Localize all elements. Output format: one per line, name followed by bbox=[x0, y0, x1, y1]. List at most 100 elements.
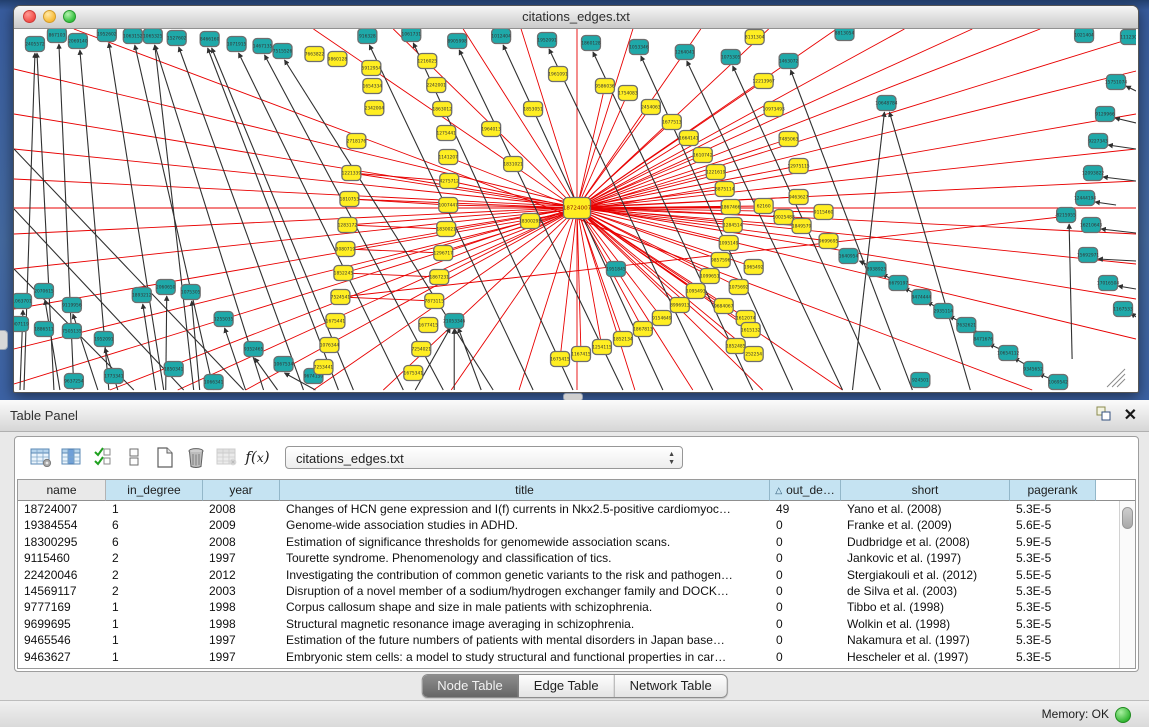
graph-node[interactable]: 1099651 bbox=[700, 269, 720, 284]
graph-node[interactable]: 1095493 bbox=[686, 284, 706, 299]
cell-pagerank[interactable]: 5.3E-5 bbox=[1010, 649, 1096, 665]
graph-node[interactable]: 1893212 bbox=[132, 288, 152, 303]
cell-title[interactable]: Changes of HCN gene expression and I(f) … bbox=[280, 501, 770, 517]
graph-node[interactable]: 1831021 bbox=[503, 157, 523, 172]
graph-node[interactable]: 9699695 bbox=[819, 234, 839, 249]
graph-node[interactable]: 1664141 bbox=[679, 131, 699, 146]
table-row[interactable]: 1456911722003Disruption of a novel membe… bbox=[18, 583, 1120, 599]
graph-node-hub[interactable]: 18724007 bbox=[563, 198, 592, 219]
cell-year[interactable]: 1998 bbox=[203, 599, 280, 615]
graph-node[interactable]: 867103 bbox=[47, 29, 66, 43]
select-columns-icon[interactable] bbox=[87, 442, 118, 472]
cell-indegree[interactable]: 1 bbox=[106, 632, 203, 648]
minimize-window-button[interactable] bbox=[43, 10, 56, 23]
cell-outde[interactable]: 0 bbox=[770, 583, 841, 599]
graph-node[interactable]: 916328 bbox=[358, 29, 377, 44]
graph-node[interactable]: 9474444 bbox=[912, 290, 932, 305]
cell-indegree[interactable]: 6 bbox=[106, 517, 203, 533]
graph-node[interactable]: 1964013 bbox=[481, 122, 501, 137]
table-scrollbar-thumb[interactable] bbox=[1122, 507, 1133, 529]
graph-node[interactable]: 1640954 bbox=[839, 249, 859, 264]
cell-outde[interactable]: 0 bbox=[770, 567, 841, 583]
column-header-title[interactable]: title bbox=[280, 480, 770, 501]
graph-node[interactable]: 1677415 bbox=[419, 318, 439, 333]
cell-name[interactable]: 9699695 bbox=[18, 616, 106, 632]
graph-node[interactable]: 1167533 bbox=[1113, 302, 1133, 317]
table-row[interactable]: 911546021997Tourette syndrome. Phenomeno… bbox=[18, 550, 1120, 566]
cell-year[interactable]: 2012 bbox=[203, 567, 280, 583]
graph-node[interactable]: 18300295 bbox=[519, 214, 541, 229]
graph-node[interactable]: 1063701 bbox=[14, 294, 32, 309]
graph-node[interactable]: 1610742 bbox=[693, 148, 713, 163]
graph-node[interactable]: 12213967 bbox=[753, 74, 775, 89]
graph-node[interactable]: 1850341 bbox=[164, 362, 184, 377]
graph-node[interactable]: 1065325 bbox=[143, 29, 163, 44]
table-select-dropdown[interactable]: citations_edges.txt ▲▼ bbox=[285, 446, 683, 469]
graph-node[interactable]: 1012404 bbox=[491, 29, 511, 44]
table-row[interactable]: 946554611997Estimation of the future num… bbox=[18, 632, 1120, 648]
graph-node[interactable]: 1886511 bbox=[34, 322, 54, 337]
graph-node[interactable]: 16210643 bbox=[1080, 218, 1102, 233]
cell-short[interactable]: Dudbridge et al. (2008) bbox=[841, 534, 1010, 550]
graph-node[interactable]: 62160 bbox=[754, 199, 773, 214]
graph-node[interactable]: 1852134 bbox=[613, 332, 633, 347]
graph-node[interactable]: 3080719 bbox=[336, 242, 356, 257]
graph-node[interactable]: 7873115 bbox=[425, 294, 445, 309]
graph-node[interactable]: 12975115 bbox=[787, 159, 809, 174]
graph-node[interactable]: 1463072 bbox=[779, 54, 799, 69]
graph-node[interactable]: 9119956 bbox=[62, 298, 82, 313]
graph-node[interactable]: 9115460 bbox=[814, 205, 834, 220]
cell-name[interactable]: 9463627 bbox=[18, 649, 106, 665]
tab-node-table[interactable]: Node Table bbox=[422, 675, 519, 697]
graph-node[interactable]: 1675415 bbox=[550, 352, 570, 367]
graph-node[interactable]: 4275712 bbox=[439, 174, 459, 189]
graph-node[interactable]: 1867466 bbox=[721, 200, 741, 215]
graph-node[interactable]: 7524541 bbox=[331, 290, 351, 305]
graph-node[interactable]: 1853051 bbox=[523, 102, 543, 117]
window-resize-grip[interactable] bbox=[1107, 369, 1125, 387]
cell-pagerank[interactable]: 5.5E-5 bbox=[1010, 567, 1096, 583]
graph-node[interactable]: 9345652 bbox=[1023, 362, 1043, 377]
column-header-short[interactable]: short bbox=[841, 480, 1010, 501]
cell-indegree[interactable]: 2 bbox=[106, 567, 203, 583]
graph-node[interactable]: 9857596 bbox=[711, 253, 731, 268]
graph-node[interactable]: 2069140 bbox=[68, 34, 88, 49]
graph-node[interactable]: 8471676 bbox=[974, 332, 994, 347]
graph-node[interactable]: 9352465 bbox=[244, 342, 264, 357]
graph-node[interactable]: 9463627 bbox=[789, 190, 809, 205]
panel-collapse-handle[interactable] bbox=[0, 330, 8, 350]
graph-node[interactable]: 1095149 bbox=[719, 236, 739, 251]
cell-pagerank[interactable]: 5.3E-5 bbox=[1010, 599, 1096, 615]
cell-year[interactable]: 2009 bbox=[203, 517, 280, 533]
graph-node[interactable]: 1221339 bbox=[342, 166, 362, 181]
cell-title[interactable]: Structural magnetic resonance image aver… bbox=[280, 616, 770, 632]
table-row[interactable]: 969969511998Structural magnetic resonanc… bbox=[18, 616, 1120, 632]
cell-year[interactable]: 1998 bbox=[203, 616, 280, 632]
graph-node[interactable]: 1675341 bbox=[404, 366, 424, 381]
window-titlebar[interactable]: citations_edges.txt bbox=[14, 6, 1138, 29]
tab-network-table[interactable]: Network Table bbox=[615, 675, 727, 697]
graph-node[interactable]: 8466160 bbox=[200, 32, 220, 47]
function-builder-icon[interactable]: f(x) bbox=[242, 442, 273, 472]
cell-pagerank[interactable]: 5.3E-5 bbox=[1010, 583, 1096, 599]
graph-node[interactable]: 1830021 bbox=[436, 222, 456, 237]
graph-node[interactable]: 1952602 bbox=[97, 29, 117, 42]
graph-node[interactable]: 8938923 bbox=[867, 262, 887, 277]
graph-node[interactable]: 12444194 bbox=[1074, 191, 1096, 206]
cell-year[interactable]: 2003 bbox=[203, 583, 280, 599]
cell-name[interactable]: 9777169 bbox=[18, 599, 106, 615]
cell-name[interactable]: 14569117 bbox=[18, 583, 106, 599]
column-header-pagerank[interactable]: pagerank bbox=[1010, 480, 1096, 501]
cell-short[interactable]: de Silva et al. (2003) bbox=[841, 583, 1010, 599]
table-row[interactable]: 2242004622012Investigating the contribut… bbox=[18, 567, 1120, 583]
cell-year[interactable]: 1997 bbox=[203, 649, 280, 665]
graph-node[interactable]: 1296717 bbox=[433, 246, 453, 261]
graph-node[interactable]: 1961091 bbox=[548, 67, 568, 82]
graph-node[interactable]: 2454063 bbox=[641, 100, 661, 115]
cell-title[interactable]: Embryonic stem cells: a model to study s… bbox=[280, 649, 770, 665]
graph-node[interactable]: 7663822 bbox=[305, 47, 325, 62]
graph-node[interactable]: 1867813 bbox=[633, 322, 653, 337]
graph-node[interactable]: 1849579 bbox=[792, 219, 812, 234]
cell-pagerank[interactable]: 5.3E-5 bbox=[1010, 550, 1096, 566]
cell-indegree[interactable]: 6 bbox=[106, 534, 203, 550]
